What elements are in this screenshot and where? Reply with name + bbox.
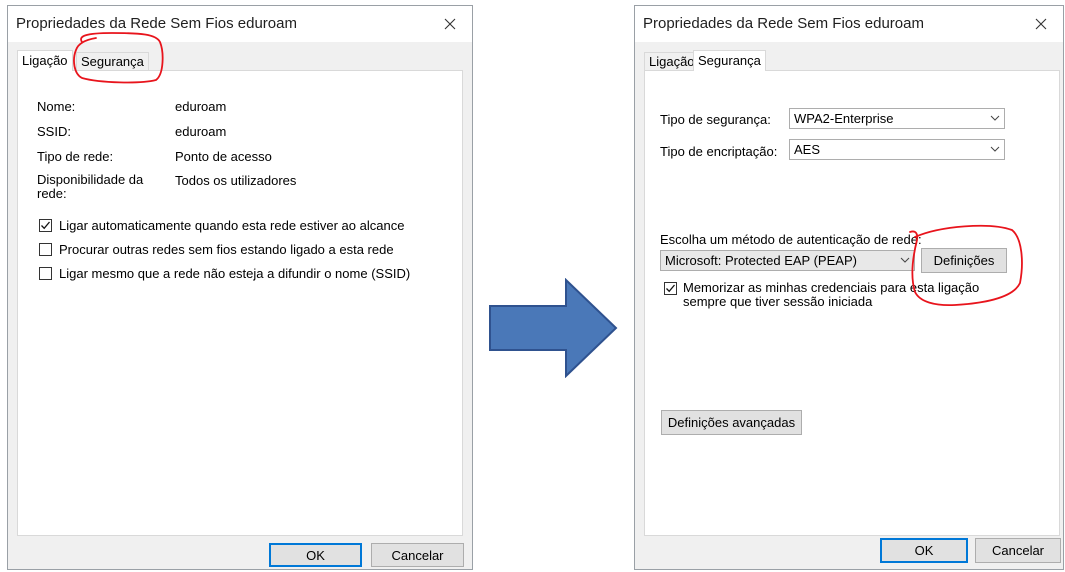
field-value-availability: Todos os utilizadores xyxy=(175,173,297,188)
field-value-network-type: Ponto de acesso xyxy=(175,149,272,164)
field-value-name: eduroam xyxy=(175,99,227,114)
chevron-down-icon xyxy=(990,115,1000,121)
chevron-down-icon xyxy=(990,146,1000,152)
field-value-ssid: eduroam xyxy=(175,124,227,139)
close-button[interactable] xyxy=(1019,6,1063,42)
window-title: Propriedades da Rede Sem Fios eduroam xyxy=(643,15,924,32)
right-arrow-icon xyxy=(489,278,618,378)
cancel-button-label: Cancelar xyxy=(391,547,444,563)
tab-panel: Nome: eduroam SSID: eduroam Tipo de rede… xyxy=(17,70,463,536)
ok-button-label: OK xyxy=(914,543,934,558)
checkmark-icon xyxy=(666,284,675,293)
checkbox-hidden-ssid[interactable] xyxy=(39,267,52,280)
security-type-select[interactable]: WPA2-Enterprise xyxy=(789,108,1005,129)
tab-seguranca-label: Segurança xyxy=(81,54,144,69)
encryption-type-label: Tipo de encriptação: xyxy=(660,144,778,159)
close-icon xyxy=(1035,18,1047,30)
checkbox-auto-connect-label: Ligar automaticamente quando esta rede e… xyxy=(59,218,405,233)
tab-ligacao[interactable]: Ligação xyxy=(644,52,700,71)
cancel-button[interactable]: Cancelar xyxy=(371,543,464,567)
cancel-button-label: Cancelar xyxy=(991,543,1045,558)
tab-seguranca[interactable]: Segurança xyxy=(693,50,766,71)
ok-button-label: OK xyxy=(306,547,325,563)
tab-seguranca[interactable]: Segurança xyxy=(76,52,149,71)
tab-panel: Tipo de segurança: WPA2-Enterprise Tipo … xyxy=(644,70,1060,536)
checkmark-icon xyxy=(41,221,50,230)
title-bar: Propriedades da Rede Sem Fios eduroam xyxy=(8,6,472,42)
checkbox-auto-connect[interactable] xyxy=(39,219,52,232)
field-label-ssid: SSID: xyxy=(37,124,71,139)
tab-ligacao-label: Ligação xyxy=(22,53,68,68)
tab-seguranca-label: Segurança xyxy=(698,53,761,68)
checkbox-search-other-label: Procurar outras redes sem fios estando l… xyxy=(59,242,394,257)
window-title: Propriedades da Rede Sem Fios eduroam xyxy=(16,15,297,32)
close-icon xyxy=(444,18,456,30)
settings-button-label: Definições xyxy=(933,253,995,268)
checkbox-search-other[interactable] xyxy=(39,243,52,256)
advanced-settings-button-label: Definições avançadas xyxy=(667,415,796,430)
checkbox-remember-credentials[interactable] xyxy=(664,282,677,295)
encryption-type-select[interactable]: AES xyxy=(789,139,1005,160)
tab-ligacao-label: Ligação xyxy=(649,54,695,69)
encryption-type-value: AES xyxy=(794,142,821,157)
auth-method-value: Microsoft: Protected EAP (PEAP) xyxy=(665,253,857,268)
security-type-label: Tipo de segurança: xyxy=(660,112,771,127)
left-dialog: Propriedades da Rede Sem Fios eduroam Li… xyxy=(7,5,473,570)
cancel-button[interactable]: Cancelar xyxy=(975,538,1061,563)
field-label-name: Nome: xyxy=(37,99,76,114)
settings-button[interactable]: Definições xyxy=(921,248,1007,273)
checkbox-remember-credentials-label: Memorizar as minhas credenciais para est… xyxy=(683,280,980,309)
field-label-network-type: Tipo de rede: xyxy=(37,149,114,164)
advanced-settings-button[interactable]: Definições avançadas xyxy=(661,410,802,435)
auth-method-label: Escolha um método de autenticação de red… xyxy=(660,232,922,247)
checkbox-hidden-ssid-label: Ligar mesmo que a rede não esteja a difu… xyxy=(59,266,411,281)
title-bar: Propriedades da Rede Sem Fios eduroam xyxy=(635,6,1063,42)
chevron-down-icon xyxy=(900,257,910,263)
auth-method-select[interactable]: Microsoft: Protected EAP (PEAP) xyxy=(660,250,915,271)
right-dialog: Propriedades da Rede Sem Fios eduroam Li… xyxy=(634,5,1064,570)
ok-button[interactable]: OK xyxy=(269,543,362,567)
tab-ligacao[interactable]: Ligação xyxy=(17,50,73,71)
ok-button[interactable]: OK xyxy=(880,538,968,563)
security-type-value: WPA2-Enterprise xyxy=(794,111,894,126)
close-button[interactable] xyxy=(428,6,472,42)
field-label-availability: Disponibilidade da rede: xyxy=(37,172,144,201)
